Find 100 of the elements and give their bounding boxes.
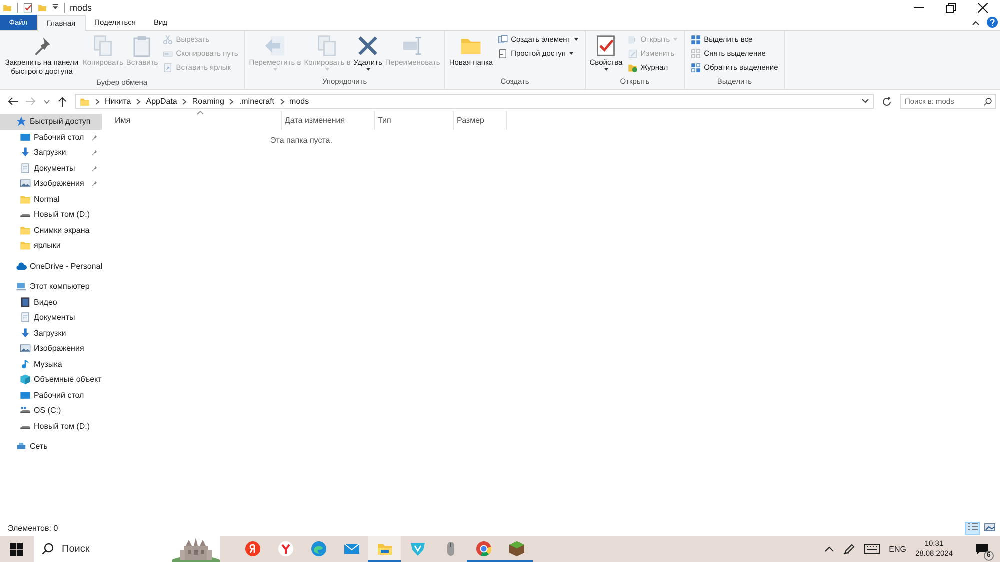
windows-start-icon[interactable] xyxy=(10,542,23,556)
move-icon xyxy=(264,35,286,57)
breadcrumb[interactable]: AppData xyxy=(146,97,178,106)
pen-icon[interactable] xyxy=(843,543,856,555)
rename-icon xyxy=(402,35,424,57)
folder-icon xyxy=(20,240,31,252)
taskbar-search-field[interactable]: Поиск xyxy=(34,536,172,562)
column-header[interactable]: Размер xyxy=(454,111,507,130)
close-icon[interactable] xyxy=(978,2,988,12)
cloud-icon xyxy=(16,260,27,272)
history-icon xyxy=(628,62,638,72)
collapse-icon[interactable] xyxy=(972,20,980,26)
down-arrow-icon xyxy=(20,328,31,339)
caret-icon xyxy=(568,52,574,55)
round-logo-icon xyxy=(244,541,260,557)
page-icon xyxy=(498,48,508,58)
breadcrumb[interactable]: .minecraft xyxy=(239,97,275,106)
nav-item[interactable]: ярлыки xyxy=(0,238,102,254)
chevron-right-icon xyxy=(136,98,142,104)
dropdown-icon[interactable] xyxy=(52,4,59,11)
nav-item[interactable]: Загрузки xyxy=(0,326,102,341)
restore-icon[interactable] xyxy=(946,2,956,12)
nav-item[interactable]: Загрузки xyxy=(0,145,102,160)
nav-item[interactable]: Новый том (D:) xyxy=(0,418,102,434)
clipboard-icon xyxy=(131,35,154,57)
checklist-icon xyxy=(595,35,618,57)
picture-icon xyxy=(20,343,31,354)
breadcrumb[interactable]: Roaming xyxy=(192,97,224,106)
film-icon xyxy=(20,296,31,308)
search-icon xyxy=(984,98,992,106)
breadcrumb[interactable]: Никита xyxy=(105,97,132,106)
nav-item[interactable]: OS (C:) xyxy=(0,403,102,418)
network-icon xyxy=(16,441,27,452)
wave-logo-icon xyxy=(310,541,326,557)
taskbar-app[interactable] xyxy=(368,536,401,562)
nav-item[interactable]: Объемные объект xyxy=(0,372,102,388)
nav-item[interactable]: Изображения xyxy=(0,341,102,356)
chevron-right-icon xyxy=(229,98,234,104)
nav-item[interactable]: Рабочий стол xyxy=(0,388,102,403)
column-header[interactable]: Тип xyxy=(375,111,454,130)
new-item-icon xyxy=(498,34,508,44)
nav-item[interactable]: Музыка xyxy=(0,356,102,372)
nav-item[interactable]: Видео xyxy=(0,294,102,310)
star-icon xyxy=(16,116,27,128)
picture-icon xyxy=(20,178,31,190)
shield-icon xyxy=(410,541,426,557)
down-arrow-icon xyxy=(20,147,31,158)
note-icon xyxy=(20,358,31,370)
y-logo-icon xyxy=(278,541,294,557)
pin-icon xyxy=(91,164,98,172)
nav-item[interactable]: Изображения xyxy=(0,176,102,192)
nav-item[interactable]: Документы xyxy=(0,160,102,176)
address-bar[interactable]: Никита AppData Roaming .minecraft mods xyxy=(75,94,874,109)
monitor-icon xyxy=(20,132,31,143)
caret-icon xyxy=(673,38,678,41)
scissors-icon xyxy=(163,34,174,44)
nav-item[interactable]: Рабочий стол xyxy=(0,130,102,145)
refresh-icon[interactable] xyxy=(882,96,892,106)
sort-icon xyxy=(196,111,204,115)
breadcrumb[interactable]: mods xyxy=(290,97,310,106)
pages-icon xyxy=(316,35,338,57)
document-icon xyxy=(20,162,31,174)
chevron-down-icon[interactable] xyxy=(862,99,869,104)
help-icon[interactable] xyxy=(987,17,998,28)
caret-icon xyxy=(366,68,371,71)
nav-item[interactable]: OneDrive - Personal xyxy=(0,258,102,274)
grass-block-icon xyxy=(508,541,524,557)
caret-icon xyxy=(272,68,278,71)
notification-icon[interactable] xyxy=(976,544,988,554)
window-title: mods xyxy=(70,2,92,12)
column-header[interactable]: Имя xyxy=(112,111,282,130)
nav-item[interactable]: Сеть xyxy=(0,439,102,454)
open-icon xyxy=(628,34,638,44)
pages-icon xyxy=(92,35,114,57)
pin-icon xyxy=(91,149,98,156)
folder-icon xyxy=(20,194,31,205)
dotted-grid-icon xyxy=(691,48,702,58)
grid-icon xyxy=(691,62,702,72)
up-icon[interactable] xyxy=(58,96,67,106)
details-view-button[interactable] xyxy=(965,522,980,534)
edit-icon xyxy=(628,48,638,58)
nav-item[interactable]: Этот компьютер xyxy=(0,279,102,294)
column-header[interactable]: Дата изменения xyxy=(282,111,375,130)
chevron-right-icon xyxy=(182,98,188,104)
nav-item[interactable]: Новый том (D:) xyxy=(0,207,102,222)
search-icon xyxy=(42,543,54,555)
checklist-icon[interactable] xyxy=(23,2,33,12)
chevron-up-icon[interactable] xyxy=(825,546,834,552)
tiles-view-button[interactable] xyxy=(982,522,997,534)
keyboard-icon[interactable] xyxy=(864,544,880,554)
folder-icon xyxy=(3,2,12,12)
back-icon[interactable] xyxy=(8,97,18,106)
pin-icon xyxy=(91,180,98,188)
nav-item[interactable]: Быстрый доступ xyxy=(0,114,102,130)
nav-item[interactable]: Normal xyxy=(0,192,102,207)
empty-message: Эта папка пуста. xyxy=(270,136,334,145)
language-indicator[interactable]: ENG xyxy=(889,544,906,554)
nav-item[interactable]: Снимки экрана xyxy=(0,222,102,238)
nav-item[interactable]: Документы xyxy=(0,310,102,326)
caret-icon xyxy=(574,38,579,41)
